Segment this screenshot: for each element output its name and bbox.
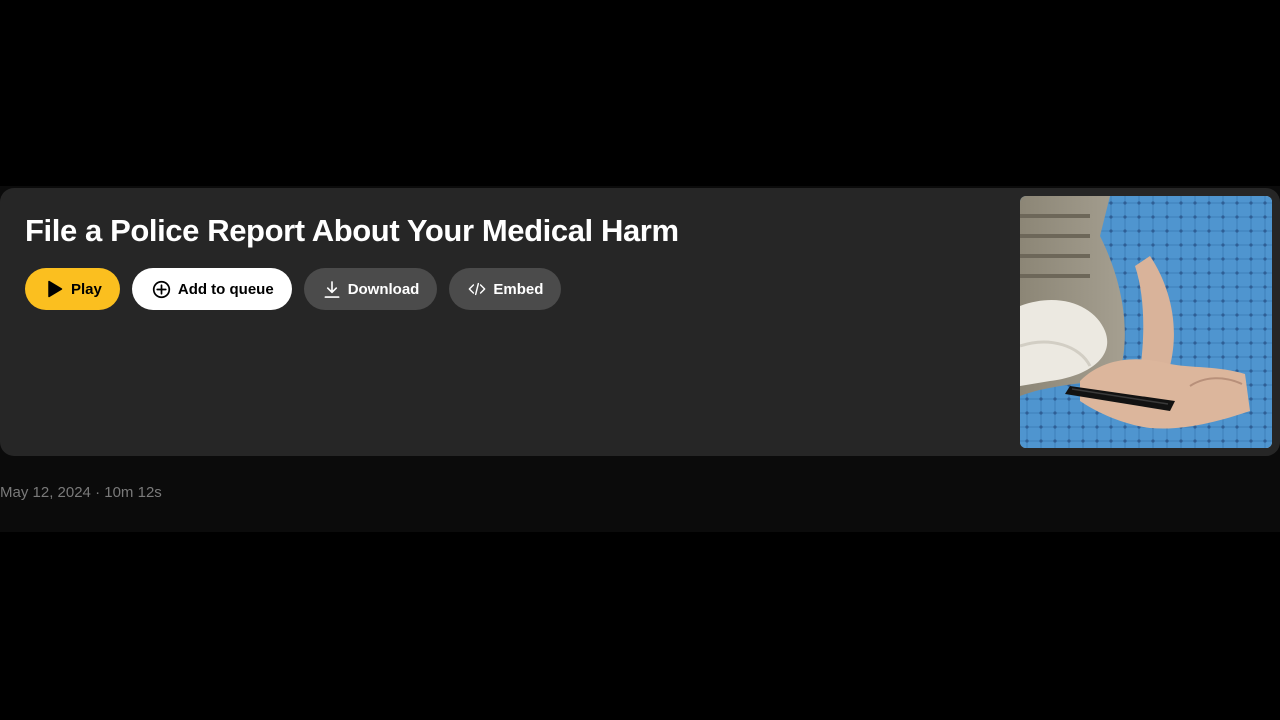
episode-meta: May 12, 2024 · 10m 12s: [0, 484, 162, 501]
meta-separator: ·: [95, 484, 101, 501]
embed-button-label: Embed: [493, 280, 544, 298]
play-button[interactable]: Play: [25, 268, 120, 310]
episode-title: File a Police Report About Your Medical …: [25, 213, 679, 248]
download-button-label: Download: [347, 280, 420, 298]
episode-actions: Play Add to queue Download Embed: [25, 268, 562, 310]
embed-button[interactable]: Embed: [449, 268, 562, 310]
download-button[interactable]: Download: [303, 268, 438, 310]
code-icon: [467, 279, 487, 299]
download-icon: [322, 279, 342, 299]
add-to-queue-label: Add to queue: [177, 280, 274, 298]
episode-section: File a Police Report About Your Medical …: [0, 186, 1280, 532]
page: File a Police Report About Your Medical …: [0, 0, 1280, 720]
episode-card: File a Police Report About Your Medical …: [0, 188, 1280, 456]
add-to-queue-button[interactable]: Add to queue: [131, 268, 292, 310]
episode-duration: 10m 12s: [104, 484, 162, 501]
play-button-label: Play: [71, 280, 102, 298]
play-icon: [45, 279, 65, 299]
plus-circle-icon: [152, 279, 172, 299]
episode-artwork: [1020, 196, 1272, 448]
episode-date: May 12, 2024: [0, 484, 91, 501]
